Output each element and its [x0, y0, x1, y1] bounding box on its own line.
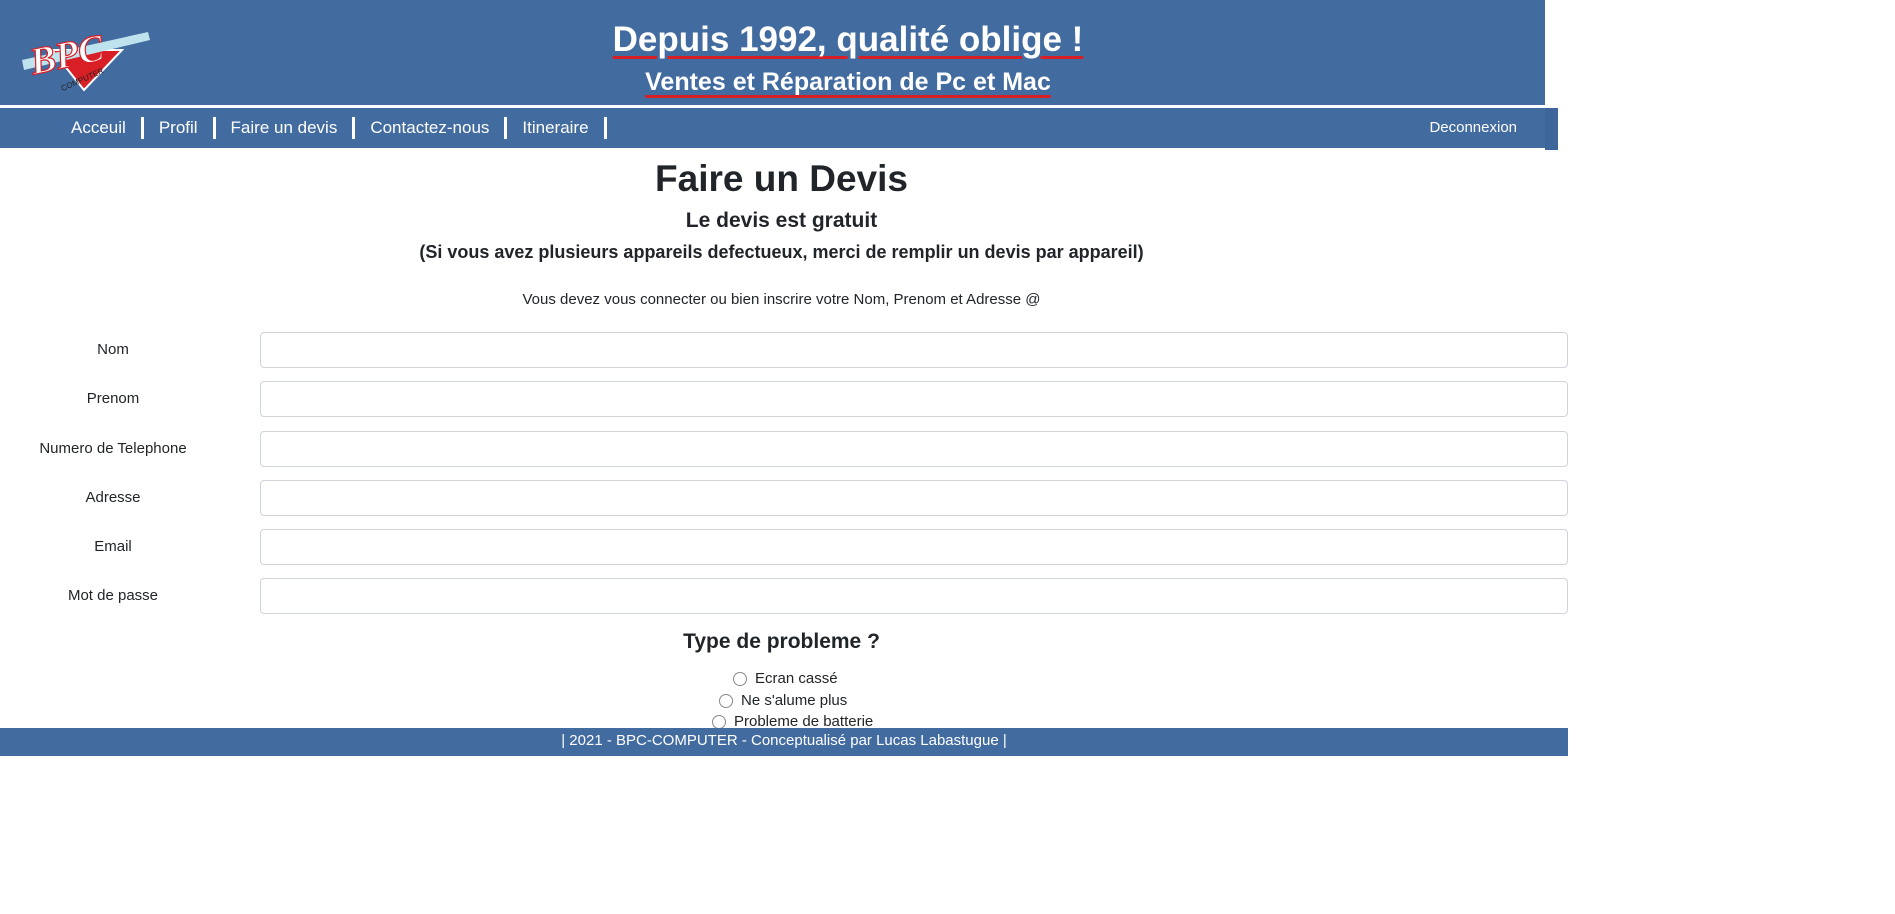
ne-salume-plus-label[interactable]: Ne s'alume plus [741, 690, 847, 712]
adresse-input[interactable] [260, 480, 1568, 516]
nom-input[interactable] [260, 332, 1568, 368]
email-input[interactable] [260, 529, 1568, 565]
logout-link[interactable]: Deconnexion [1429, 108, 1517, 148]
nav-list: Acceuil Profil Faire un devis Contactez-… [56, 108, 607, 148]
nav-item-faire-un-devis[interactable]: Faire un devis [216, 117, 356, 139]
form-row-telephone: Numero de Telephone [0, 431, 1568, 467]
page-subtitle: Le devis est gratuit [685, 209, 878, 232]
nav-item-acceuil[interactable]: Acceuil [56, 117, 144, 139]
login-hint: Vous devez vous connecter ou bien inscri… [522, 291, 1041, 308]
telephone-label: Numero de Telephone [39, 440, 187, 457]
problem-option-alume: Ne s'alume plus [0, 690, 1568, 712]
ne-salume-plus-radio[interactable] [719, 694, 733, 708]
nom-label: Nom [97, 341, 129, 358]
navbar-edge [1545, 108, 1558, 150]
ecran-casse-radio[interactable] [733, 672, 747, 686]
problem-type-title: Type de probleme ? [683, 630, 880, 653]
problem-option-ecran: Ecran cassé [0, 668, 1568, 690]
adresse-label: Adresse [85, 489, 141, 506]
nav-item-itineraire[interactable]: Itineraire [507, 117, 607, 139]
ecran-casse-label[interactable]: Ecran cassé [755, 668, 838, 690]
form-row-prenom: Prenom [0, 381, 1568, 417]
footer-text: | 2021 - BPC-COMPUTER - Conceptualisé pa… [561, 732, 1007, 749]
site-footer: | 2021 - BPC-COMPUTER - Conceptualisé pa… [0, 728, 1568, 756]
telephone-input[interactable] [260, 431, 1568, 467]
page-title: Faire un Devis [655, 158, 908, 199]
mot-de-passe-input[interactable] [260, 578, 1568, 614]
header-tagline: Depuis 1992, qualité oblige ! [612, 20, 1084, 59]
form-row-email: Email [0, 529, 1568, 565]
main-navbar: Acceuil Profil Faire un devis Contactez-… [0, 108, 1558, 150]
nav-item-contactez-nous[interactable]: Contactez-nous [355, 117, 508, 139]
email-label: Email [94, 538, 132, 555]
probleme-batterie-radio[interactable] [712, 715, 726, 729]
prenom-input[interactable] [260, 381, 1568, 417]
site-header: BPC COMPUTER Depuis 1992, qualité oblige… [0, 0, 1545, 105]
page-note: (Si vous avez plusieurs appareils defect… [419, 242, 1144, 262]
header-subtagline: Ventes et Réparation de Pc et Mac [645, 68, 1051, 96]
form-row-adresse: Adresse [0, 480, 1568, 516]
prenom-label: Prenom [86, 390, 140, 407]
form-row-nom: Nom [0, 332, 1568, 368]
nav-item-profil[interactable]: Profil [144, 117, 216, 139]
form-row-mot-de-passe: Mot de passe [0, 578, 1568, 614]
mot-de-passe-label: Mot de passe [67, 587, 159, 604]
